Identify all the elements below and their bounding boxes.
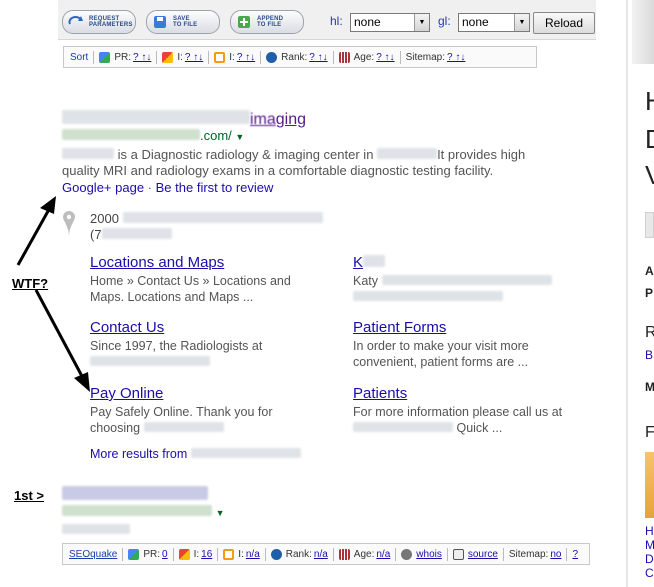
index-sort-link[interactable]: ? ↑↓ bbox=[185, 52, 203, 63]
sitemap-sort-link[interactable]: ? ↑↓ bbox=[447, 52, 465, 63]
panel-letter-m: M bbox=[645, 380, 654, 394]
save-to-file-label: SAVE TO FILE bbox=[173, 16, 198, 28]
append-to-file-button[interactable]: APPEND TO FILE bbox=[230, 10, 304, 34]
seoquake-sort-bar: Sort PR: ? ↑↓ I: ? ↑↓ I: ? ↑↓ Rank: ? ↑↓… bbox=[63, 46, 537, 68]
bing-index-value-link[interactable]: n/a bbox=[246, 549, 260, 560]
panel-thumbnail[interactable] bbox=[645, 452, 654, 518]
append-to-file-label: APPEND TO FILE bbox=[257, 16, 284, 28]
result-2-url[interactable]: ▼ bbox=[62, 504, 225, 519]
help-link[interactable]: ? bbox=[572, 549, 578, 560]
save-to-file-button[interactable]: SAVE TO FILE bbox=[146, 10, 220, 34]
google-pr-icon bbox=[99, 51, 111, 63]
pr-label: PR: bbox=[114, 51, 132, 63]
source-icon bbox=[452, 548, 464, 560]
sitelink-locations-snippet: Home » Contact Us » Locations and Maps. … bbox=[90, 274, 291, 304]
bing-index-sort-link[interactable]: ? ↑↓ bbox=[237, 52, 255, 63]
age-label: Age: bbox=[353, 51, 375, 63]
result-2-title[interactable] bbox=[62, 486, 208, 505]
rank-label: Rank: bbox=[281, 51, 308, 63]
result-title-text: ging bbox=[275, 111, 307, 128]
first-to-review-link[interactable]: Be the first to review bbox=[156, 180, 274, 195]
seoquake-result-bar: SEOquake PR: 0 I: 16 I: n/a Rank: n/a Ag… bbox=[62, 543, 590, 565]
google-index-icon bbox=[178, 548, 190, 560]
rank-value-link[interactable]: n/a bbox=[314, 549, 328, 560]
seoquake-toolbar: REQUEST PARAMETERS SAVE TO FILE APPEND T… bbox=[58, 0, 596, 40]
source-link[interactable]: source bbox=[468, 549, 498, 560]
annotation-arrows-icon bbox=[16, 196, 90, 392]
whois-link[interactable]: whois bbox=[416, 549, 442, 560]
result-title[interactable]: imaging bbox=[62, 110, 306, 129]
age-icon bbox=[338, 51, 350, 63]
bing-index-icon bbox=[223, 548, 235, 560]
bing-index-icon bbox=[214, 51, 226, 63]
sitemap-value-link[interactable]: no bbox=[550, 549, 561, 560]
gl-select-value: none bbox=[462, 15, 489, 29]
seoquake-link[interactable]: SEOquake bbox=[69, 549, 117, 560]
google-pr-icon bbox=[128, 548, 140, 560]
append-icon bbox=[235, 14, 253, 30]
sitemap-label: Sitemap: bbox=[405, 51, 446, 63]
reload-button[interactable]: Reload bbox=[533, 12, 595, 34]
index-label: I: bbox=[177, 51, 183, 63]
sitelink-patient-forms-snippet: In order to make your visit more conveni… bbox=[353, 339, 529, 369]
bing-index-label: I: bbox=[229, 51, 235, 63]
result-url-text: .com/ bbox=[200, 128, 232, 143]
result-2-snippet bbox=[62, 522, 130, 538]
result-url[interactable]: .com/ ▼ bbox=[62, 128, 244, 143]
panel-letter-b[interactable]: B bbox=[645, 348, 653, 362]
alexa-rank-icon bbox=[270, 548, 282, 560]
panel-letter-h: H bbox=[645, 86, 654, 117]
pr-value-link[interactable]: 0 bbox=[162, 549, 168, 560]
knowledge-panel-image bbox=[632, 0, 654, 64]
sitelink-patient-forms[interactable]: Patient Forms bbox=[353, 319, 446, 336]
more-results-link[interactable]: More results from bbox=[90, 446, 390, 462]
age-sort-link[interactable]: ? ↑↓ bbox=[376, 52, 394, 63]
sitelink-patients-snippet: For more information please call us at Q… bbox=[353, 405, 563, 435]
panel-button[interactable] bbox=[645, 212, 654, 238]
save-icon bbox=[151, 14, 169, 30]
age-value-link[interactable]: n/a bbox=[376, 549, 390, 560]
whois-icon bbox=[401, 548, 413, 560]
panel-letter-a: A bbox=[645, 264, 654, 278]
chevron-down-icon[interactable]: ▼ bbox=[216, 508, 225, 518]
google-index-icon bbox=[162, 51, 174, 63]
sitelink-locations-and-maps[interactable]: Locations and Maps bbox=[90, 254, 224, 271]
sitelink-k[interactable]: K bbox=[353, 254, 386, 271]
hl-select[interactable]: none ▼ bbox=[350, 13, 430, 32]
panel-letter-p: P bbox=[645, 286, 654, 300]
result-address: 2000 (7 bbox=[90, 211, 390, 243]
chevron-down-icon: ▼ bbox=[514, 14, 529, 31]
chevron-down-icon: ▼ bbox=[414, 14, 429, 31]
age-icon bbox=[338, 548, 350, 560]
sort-link[interactable]: Sort bbox=[70, 52, 88, 63]
request-parameters-label: REQUEST PARAMETERS bbox=[89, 16, 133, 28]
sitelink-k-snippet: Katy bbox=[353, 273, 588, 305]
column-divider bbox=[626, 0, 628, 587]
panel-links[interactable]: HMDC bbox=[645, 524, 654, 582]
gl-label: gl: bbox=[438, 14, 451, 28]
hl-label: hl: bbox=[330, 14, 343, 28]
sitelink-contact-snippet: Since 1997, the Radiologists at bbox=[90, 338, 325, 370]
panel-letter-r: R bbox=[645, 324, 654, 341]
gl-select[interactable]: none ▼ bbox=[458, 13, 530, 32]
panel-letter-f: F bbox=[645, 424, 654, 441]
refresh-icon bbox=[67, 14, 85, 30]
request-parameters-button[interactable]: REQUEST PARAMETERS bbox=[62, 10, 136, 34]
chevron-down-icon[interactable]: ▼ bbox=[235, 132, 244, 142]
first-annotation: 1st > bbox=[14, 488, 44, 503]
alexa-rank-icon bbox=[266, 51, 278, 63]
panel-letter-d: D bbox=[645, 124, 654, 155]
pr-sort-link[interactable]: ? ↑↓ bbox=[133, 52, 151, 63]
wtf-annotation: WTF? bbox=[12, 276, 49, 291]
panel-letter-v: V bbox=[645, 160, 654, 190]
hl-select-value: none bbox=[354, 15, 381, 29]
sitelink-patients[interactable]: Patients bbox=[353, 385, 407, 402]
sitelink-pay-online-snippet: Pay Safely Online. Thank you for choosin… bbox=[90, 405, 273, 435]
rank-sort-link[interactable]: ? ↑↓ bbox=[309, 52, 327, 63]
index-value-link[interactable]: 16 bbox=[201, 549, 212, 560]
result-snippet: is a Diagnostic radiology & imaging cent… bbox=[62, 147, 526, 178]
